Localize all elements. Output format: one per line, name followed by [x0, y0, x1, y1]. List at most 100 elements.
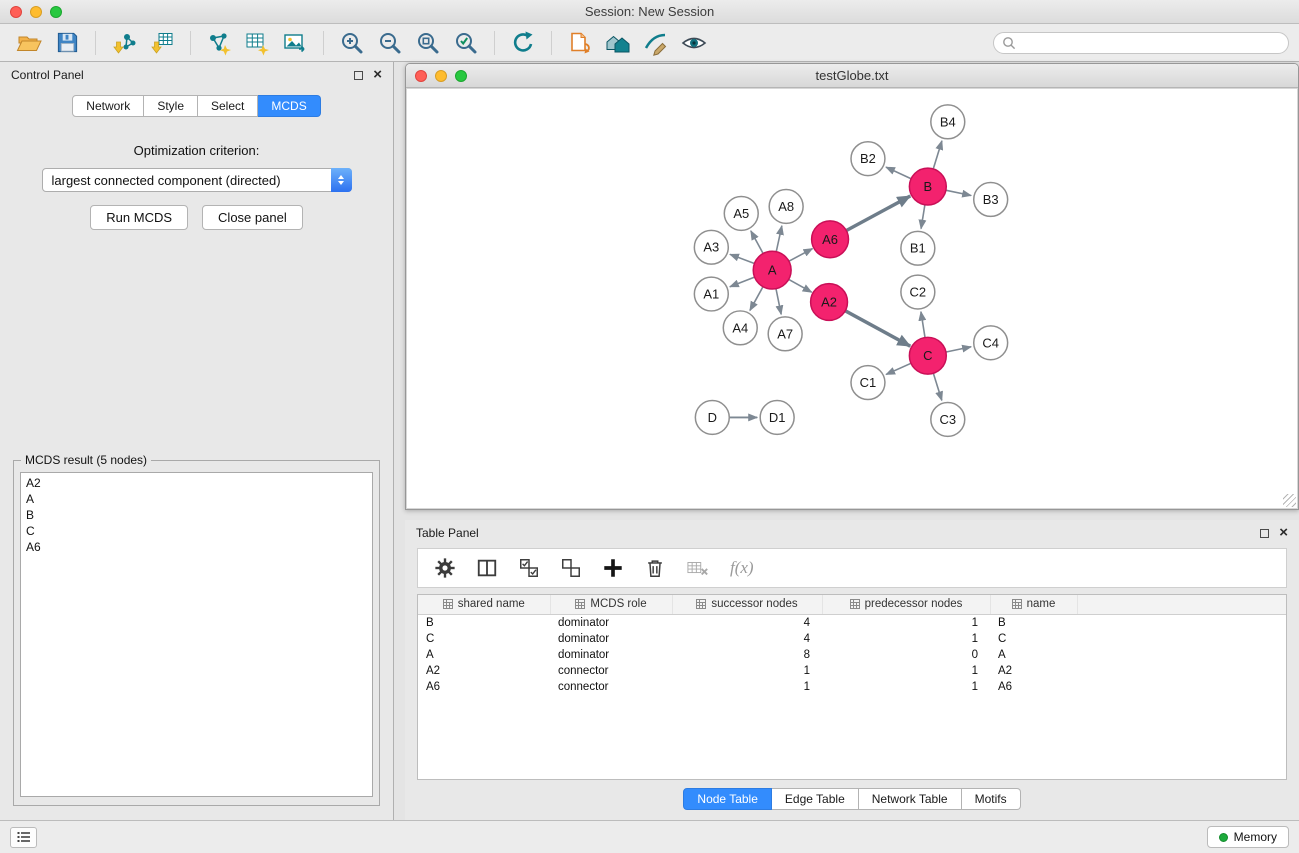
zoom-out-button[interactable]	[374, 27, 406, 59]
close-panel-button[interactable]: Close panel	[202, 205, 303, 230]
import-network-button[interactable]	[108, 27, 140, 59]
graph-edge-C-C4[interactable]	[944, 347, 971, 353]
graph-node-D[interactable]: D	[695, 401, 729, 435]
column-header-name[interactable]: name	[990, 595, 1077, 614]
delete-column-button[interactable]	[644, 557, 666, 579]
panel-splitter[interactable]	[405, 510, 1299, 520]
manage-styles-button[interactable]	[564, 27, 596, 59]
tab-node-table[interactable]: Node Table	[683, 788, 772, 810]
graph-edge-A6-B[interactable]	[845, 196, 910, 231]
network-window-titlebar[interactable]: testGlobe.txt	[406, 64, 1298, 88]
tab-motifs[interactable]: Motifs	[962, 788, 1021, 810]
graph-node-C[interactable]: C	[909, 337, 946, 374]
close-window-button[interactable]	[10, 6, 22, 18]
graph-node-A[interactable]: A	[753, 251, 791, 289]
network-minimize-button[interactable]	[435, 70, 447, 82]
tab-edge-table[interactable]: Edge Table	[772, 788, 859, 810]
mcds-result-item[interactable]: C	[26, 523, 367, 539]
memory-button[interactable]: Memory	[1207, 826, 1289, 848]
graph-node-B2[interactable]: B2	[851, 142, 885, 176]
search-box[interactable]	[993, 32, 1289, 54]
close-control-panel-button[interactable]: ×	[373, 68, 382, 82]
graph-node-A3[interactable]: A3	[694, 230, 728, 264]
graph-node-C2[interactable]: C2	[901, 275, 935, 309]
show-graphics-details-button[interactable]	[678, 27, 710, 59]
graph-node-D1[interactable]: D1	[760, 401, 794, 435]
table-row[interactable]: A6connector11A6	[418, 679, 1286, 695]
graph-edge-A-A7[interactable]	[776, 289, 781, 315]
graph-node-C1[interactable]: C1	[851, 366, 885, 400]
graph-edge-A-A6[interactable]	[789, 249, 813, 262]
graph-edge-A-A4[interactable]	[750, 287, 763, 311]
zoom-fit-button[interactable]	[412, 27, 444, 59]
graph-node-A5[interactable]: A5	[724, 196, 758, 230]
graph-edge-B-B1[interactable]	[921, 203, 925, 228]
network-close-button[interactable]	[415, 70, 427, 82]
table-row[interactable]: Bdominator41B	[418, 614, 1286, 631]
new-network-button[interactable]	[203, 27, 235, 59]
table-row[interactable]: A2connector11A2	[418, 663, 1286, 679]
graph-node-A1[interactable]: A1	[694, 277, 728, 311]
graph-node-C4[interactable]: C4	[974, 326, 1008, 360]
network-canvas[interactable]: B4B2BB3A5A8A6B1A3AC2A1A2A4A7C4CC1C3DD1	[406, 88, 1298, 509]
graph-node-B[interactable]: B	[909, 168, 946, 205]
save-session-button[interactable]	[51, 27, 83, 59]
network-graph[interactable]: B4B2BB3A5A8A6B1A3AC2A1A2A4A7C4CC1C3DD1	[407, 89, 1297, 508]
graph-edge-A-A8[interactable]	[776, 226, 782, 252]
column-header-predecessor-nodes[interactable]: predecessor nodes	[822, 595, 990, 614]
show-panels-button[interactable]	[10, 827, 37, 848]
graph-edge-C-C2[interactable]	[921, 312, 925, 339]
function-builder-button[interactable]: f(x)	[730, 558, 754, 578]
mcds-result-item[interactable]: B	[26, 507, 367, 523]
graph-node-A2[interactable]: A2	[811, 284, 848, 321]
float-panel-button[interactable]	[351, 68, 365, 82]
criterion-dropdown[interactable]: largest connected component (directed)	[42, 168, 352, 192]
graph-node-B4[interactable]: B4	[931, 105, 965, 139]
apply-layout-button[interactable]	[507, 27, 539, 59]
delete-table-button[interactable]	[686, 557, 710, 579]
deselect-all-button[interactable]	[560, 557, 582, 579]
mcds-result-list[interactable]: A2ABCA6	[20, 472, 373, 797]
graph-node-A6[interactable]: A6	[812, 221, 849, 258]
column-header-shared-name[interactable]: shared name	[418, 595, 550, 614]
graph-node-B1[interactable]: B1	[901, 231, 935, 265]
tab-mcds[interactable]: MCDS	[258, 95, 320, 117]
zoom-in-button[interactable]	[336, 27, 368, 59]
add-column-button[interactable]	[602, 557, 624, 579]
resize-grip-icon[interactable]	[1283, 494, 1296, 507]
mcds-result-item[interactable]: A6	[26, 539, 367, 555]
tab-style[interactable]: Style	[144, 95, 198, 117]
run-mcds-button[interactable]: Run MCDS	[90, 205, 188, 230]
graph-edge-B-B2[interactable]	[886, 167, 912, 179]
graph-node-A8[interactable]: A8	[769, 190, 803, 224]
titlebar[interactable]: Session: New Session	[0, 0, 1299, 24]
graph-node-A7[interactable]: A7	[768, 317, 802, 351]
tab-network-table[interactable]: Network Table	[859, 788, 962, 810]
float-table-panel-button[interactable]	[1257, 526, 1271, 540]
export-image-button[interactable]	[279, 27, 311, 59]
annotations-button[interactable]	[640, 27, 672, 59]
graph-edge-B-B3[interactable]	[944, 190, 971, 196]
graph-edge-A-A5[interactable]	[751, 231, 763, 254]
import-table-button[interactable]	[146, 27, 178, 59]
fullscreen-window-button[interactable]	[50, 6, 62, 18]
show-columns-button[interactable]	[476, 557, 498, 579]
graph-node-C3[interactable]: C3	[931, 403, 965, 437]
table-settings-button[interactable]	[434, 557, 456, 579]
graph-node-A4[interactable]: A4	[723, 311, 757, 345]
network-zoom-button[interactable]	[455, 70, 467, 82]
zoom-selected-button[interactable]	[450, 27, 482, 59]
table-row[interactable]: Adominator80A	[418, 647, 1286, 663]
graph-edge-A2-C[interactable]	[844, 310, 910, 346]
graph-edge-C-C1[interactable]	[886, 363, 912, 375]
graph-edge-A-A2[interactable]	[789, 279, 812, 292]
mcds-result-item[interactable]: A	[26, 491, 367, 507]
tab-network[interactable]: Network	[72, 95, 144, 117]
open-session-button[interactable]	[13, 27, 45, 59]
select-all-button[interactable]	[518, 557, 540, 579]
graph-edge-B-B4[interactable]	[933, 141, 942, 171]
mcds-result-item[interactable]: A2	[26, 475, 367, 491]
close-table-panel-button[interactable]: ×	[1279, 526, 1288, 540]
home-button[interactable]	[602, 27, 634, 59]
tab-select[interactable]: Select	[198, 95, 258, 117]
